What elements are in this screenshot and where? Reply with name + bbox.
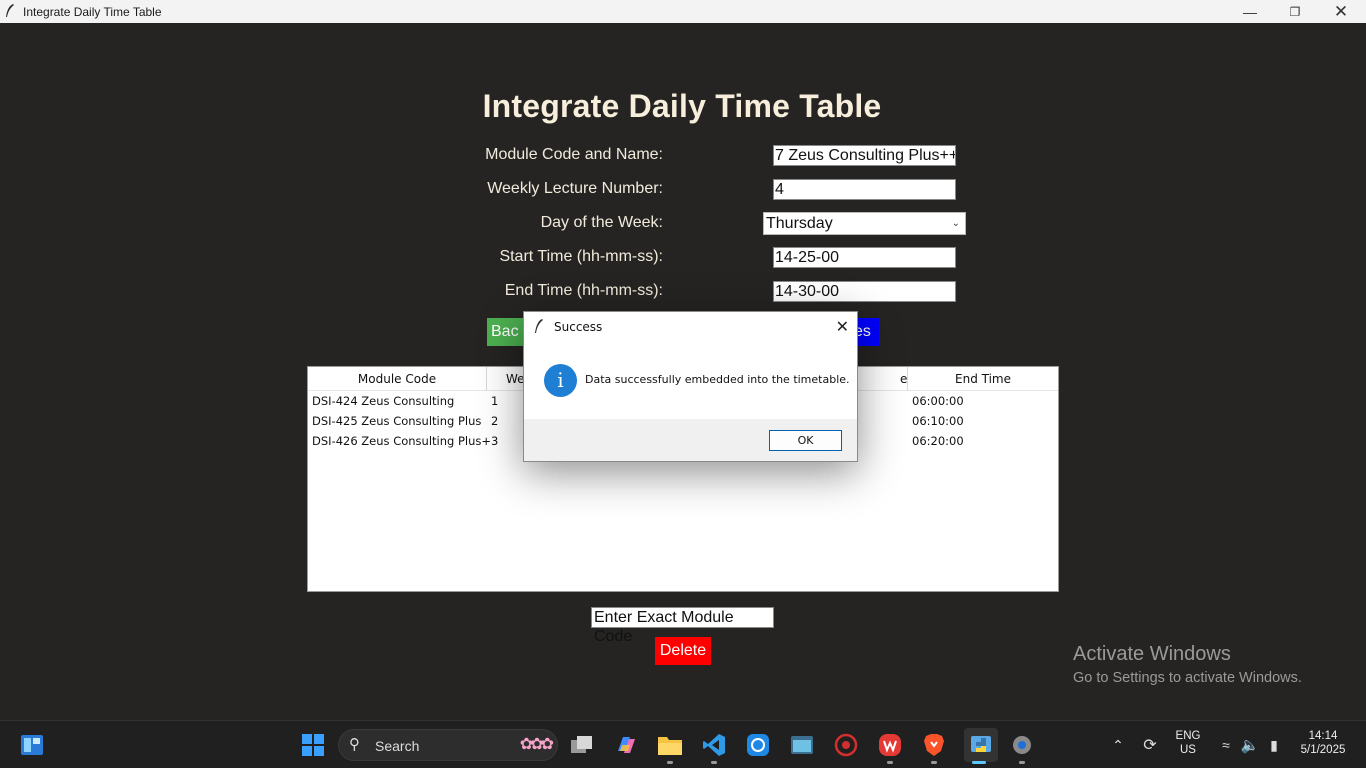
clock-date: 5/1/2025 <box>1300 744 1346 756</box>
language-code: ENG <box>1175 730 1201 742</box>
antivirus-icon[interactable] <box>832 731 860 759</box>
watermark-line2: Go to Settings to activate Windows. <box>1073 670 1302 686</box>
window-title: Integrate Daily Time Table <box>23 5 162 19</box>
end-time-label: End Time (hh-mm-ss): <box>504 282 663 299</box>
sync-status-icon[interactable]: ⟳ <box>1136 731 1164 759</box>
running-indicator <box>667 761 673 764</box>
start-time-input[interactable]: 14-25-00 <box>773 247 956 268</box>
dialog-body: i Data successfully embedded into the ti… <box>524 341 857 419</box>
cell-end-time[interactable]: 06:00:00 <box>912 391 964 411</box>
ok-button[interactable]: OK <box>769 430 842 451</box>
widgets-icon[interactable] <box>18 731 46 759</box>
close-icon: ✕ <box>1333 1 1349 21</box>
minimize-button[interactable]: — <box>1227 0 1273 23</box>
language-region: US <box>1180 744 1196 756</box>
running-indicator <box>1019 761 1025 764</box>
module-input[interactable]: 7 Zeus Consulting Plus++ <box>773 145 956 166</box>
delete-button[interactable]: Delete <box>655 637 711 665</box>
column-header-end-time[interactable]: End Time <box>908 367 1058 391</box>
language-indicator[interactable]: ENG US <box>1172 730 1204 756</box>
close-window-button[interactable]: ✕ <box>1318 0 1364 23</box>
page-title: Integrate Daily Time Table <box>482 88 882 124</box>
running-indicator <box>711 761 717 764</box>
day-select[interactable]: Thursday ⌄ <box>763 212 966 235</box>
column-header-module-code[interactable]: Module Code <box>308 367 487 391</box>
cell-week[interactable]: 1 <box>491 391 498 411</box>
end-time-input[interactable]: 14-30-00 <box>773 281 956 302</box>
start-icon[interactable] <box>299 731 327 759</box>
lecture-number-label: Weekly Lecture Number: <box>487 180 663 197</box>
clock[interactable]: 14:14 5/1/2025 <box>1292 730 1354 756</box>
chevron-up-icon[interactable]: ⌃ <box>1104 731 1132 759</box>
module-label: Module Code and Name: <box>485 146 663 163</box>
lecture-number-input[interactable]: 4 <box>773 179 956 200</box>
active-indicator <box>972 761 986 764</box>
day-select-value: Thursday <box>766 215 833 232</box>
back-button[interactable]: Bac <box>487 318 527 346</box>
python-app-icon[interactable] <box>964 728 998 762</box>
minimize-icon: — <box>1243 3 1257 20</box>
running-indicator <box>931 761 937 764</box>
dialog-titlebar[interactable]: Success ✕ <box>524 312 857 341</box>
day-label: Day of the Week: <box>540 214 663 231</box>
clock-time: 14:14 <box>1308 730 1338 742</box>
taskbar-search[interactable]: ⚲ Search ✿✿✿ <box>338 729 558 761</box>
taskbar: ⚲ Search ✿✿✿ ⌃ ⟳ ENG US ≈ � <box>0 720 1366 768</box>
terminal-app-icon[interactable] <box>788 731 816 759</box>
search-icon: ⚲ <box>349 736 360 753</box>
task-view-icon[interactable] <box>568 731 596 759</box>
app-window: Integrate Daily Time Table — ❐ ✕ Integra… <box>0 0 1366 720</box>
flower-decoration-icon: ✿✿✿ <box>519 736 554 753</box>
watermark-line1: Activate Windows <box>1073 643 1231 665</box>
dialog-close-button[interactable]: ✕ <box>836 317 849 336</box>
restore-icon: ❐ <box>1289 4 1301 19</box>
start-time-label: Start Time (hh-mm-ss): <box>499 248 663 265</box>
success-dialog: Success ✕ i Data successfully embedded i… <box>523 311 858 462</box>
feather-icon <box>6 4 14 17</box>
dialog-title: Success <box>554 320 603 334</box>
dialog-message: Data successfully embedded into the time… <box>585 373 850 386</box>
module-code-entry[interactable]: Enter Exact Module Code <box>591 607 774 645</box>
copilot-icon[interactable] <box>612 731 640 759</box>
search-label: Search <box>375 738 420 754</box>
cell-end-time[interactable]: 06:20:00 <box>912 431 964 451</box>
cell-module[interactable]: DSI-425 Zeus Consulting Plus <box>312 411 481 431</box>
column-header-week[interactable]: We <box>487 367 527 391</box>
activation-watermark: Activate Windows Go to Settings to activ… <box>1073 643 1302 686</box>
restore-button[interactable]: ❐ <box>1272 0 1318 23</box>
cell-end-time[interactable]: 06:10:00 <box>912 411 964 431</box>
brave-browser-icon[interactable] <box>920 731 948 759</box>
vscode-icon[interactable] <box>700 731 728 759</box>
cell-week[interactable]: 2 <box>491 411 498 431</box>
chevron-down-icon: ⌄ <box>951 218 960 229</box>
feather-icon <box>535 319 543 333</box>
column-header-partial[interactable]: e <box>856 367 908 391</box>
cell-module[interactable]: DSI-426 Zeus Consulting Plus+ <box>312 431 491 451</box>
running-indicator <box>887 761 893 764</box>
settings-gear-icon[interactable] <box>1008 731 1036 759</box>
cell-week[interactable]: 3 <box>491 431 498 451</box>
wps-office-icon[interactable] <box>876 731 904 759</box>
window-titlebar[interactable]: Integrate Daily Time Table — ❐ ✕ <box>0 0 1366 23</box>
sync-app-icon[interactable] <box>744 731 772 759</box>
cell-module[interactable]: DSI-424 Zeus Consulting <box>312 391 454 411</box>
info-icon: i <box>544 364 577 397</box>
battery-icon[interactable]: ▮ <box>1260 731 1288 759</box>
file-explorer-icon[interactable] <box>656 731 684 759</box>
